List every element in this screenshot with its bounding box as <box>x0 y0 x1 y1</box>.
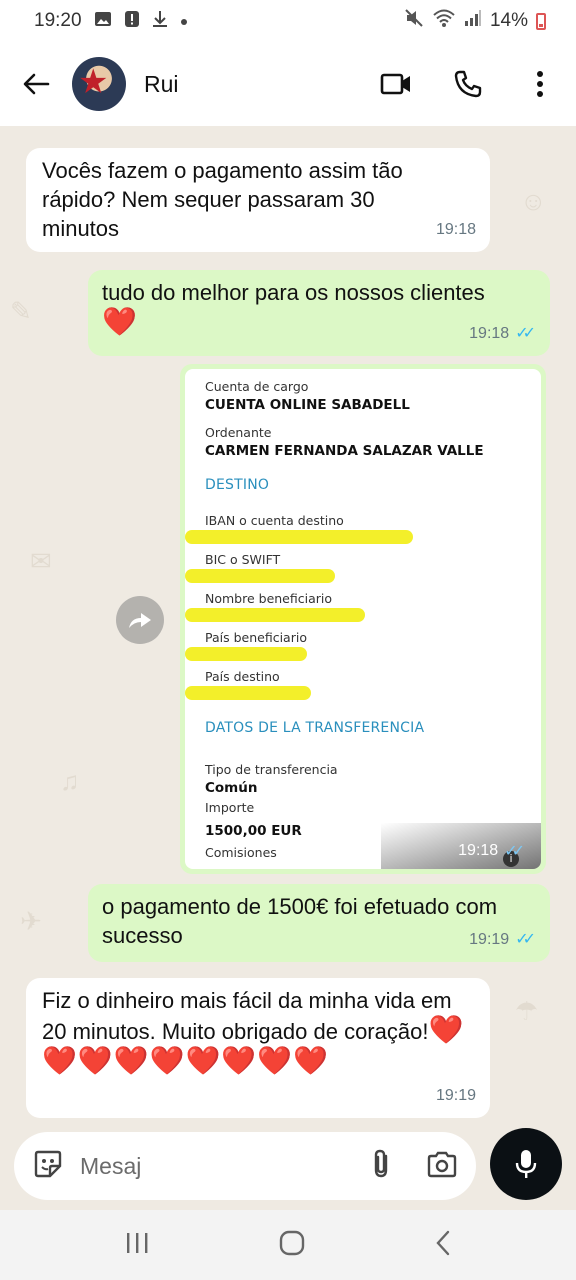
video-call-icon <box>380 73 410 95</box>
redaction-highlight <box>185 530 413 544</box>
back-button[interactable] <box>0 42 72 126</box>
signal-icon <box>464 9 482 33</box>
message-text: Fiz o dinheiro mais fácil da minha vida … <box>42 988 452 1044</box>
redaction-highlight <box>185 686 311 700</box>
more-options-button[interactable] <box>504 42 576 126</box>
video-call-button[interactable] <box>360 42 432 126</box>
message-time: 19:19 <box>469 931 510 948</box>
forward-button[interactable] <box>116 596 164 644</box>
alert-icon <box>124 10 140 33</box>
mute-icon <box>404 8 424 34</box>
message-text: tudo do melhor para os nossos clientes <box>102 280 485 305</box>
wifi-icon <box>432 8 456 34</box>
cuenta-cargo-value: CUENTA ONLINE SABADELL <box>205 397 410 413</box>
transfer-receipt-image[interactable]: Cuenta de cargo CUENTA ONLINE SABADELL O… <box>185 369 541 869</box>
battery-percent: 14% <box>489 10 528 31</box>
home-icon <box>279 1230 305 1255</box>
read-ticks-icon: ✓✓ <box>515 931 536 948</box>
back-chevron-icon <box>436 1230 449 1255</box>
status-bar: 19:20 14% <box>0 0 576 42</box>
tipo-value: Común <box>205 780 258 796</box>
download-icon <box>152 10 168 33</box>
attach-icon[interactable] <box>370 1148 392 1185</box>
camera-icon[interactable] <box>426 1150 458 1183</box>
read-ticks-icon: ✓✓ <box>515 325 536 342</box>
wallpaper-doodle: ✎ <box>10 296 32 326</box>
wallpaper-doodle: ♫ <box>60 766 80 796</box>
read-ticks-icon: ✓✓ <box>504 843 525 860</box>
recent-apps-icon <box>127 1232 148 1253</box>
message-incoming[interactable]: Vocês fazem o pagamento assim tão rápido… <box>26 148 490 252</box>
datos-heading: DATOS DE LA TRANSFERENCIA <box>205 720 425 736</box>
avatar[interactable] <box>72 57 126 111</box>
message-time: 19:19 <box>435 1087 476 1104</box>
bic-label: BIC o SWIFT <box>205 552 281 567</box>
image-icon <box>94 10 112 33</box>
system-nav-bar <box>0 1210 576 1280</box>
message-time: 19:18 <box>458 842 499 859</box>
wallpaper-doodle: ✉ <box>30 546 52 576</box>
wallpaper-doodle: ☂ <box>515 996 539 1026</box>
chat-area[interactable]: ✎ ☺ ✉ ♫ ☂ ✈ Vocês fazem o pagamento assi… <box>0 126 576 1126</box>
message-time: 19:18 <box>435 221 476 238</box>
more-vert-icon <box>537 71 543 97</box>
pais-beneficiario-label: País beneficiario <box>205 630 307 645</box>
message-input[interactable] <box>80 1152 320 1180</box>
redaction-highlight <box>185 569 335 583</box>
mic-icon <box>515 1150 537 1178</box>
redaction-highlight <box>185 608 365 622</box>
sticker-icon[interactable] <box>32 1148 64 1185</box>
destino-heading: DESTINO <box>205 477 270 493</box>
message-outgoing[interactable]: tudo do melhor para os nossos clientes ❤… <box>88 270 550 356</box>
back-arrow-icon <box>23 73 50 95</box>
mic-button[interactable] <box>490 1128 562 1200</box>
message-text: o pagamento de 1500€ foi efetuado com su… <box>102 894 498 948</box>
message-outgoing[interactable]: o pagamento de 1500€ foi efetuado com su… <box>88 884 550 962</box>
wallpaper-doodle: ☺ <box>520 186 547 216</box>
ordenante-label: Ordenante <box>205 425 272 440</box>
forward-icon <box>129 613 151 628</box>
pais-destino-label: País destino <box>205 669 280 684</box>
phone-icon <box>454 70 482 98</box>
message-incoming[interactable]: Fiz o dinheiro mais fácil da minha vida … <box>26 978 490 1118</box>
contact-name[interactable]: Rui <box>144 71 179 98</box>
message-composer <box>14 1132 476 1200</box>
status-time: 19:20 <box>34 10 82 31</box>
wallpaper-doodle: ✈ <box>20 906 42 936</box>
image-message[interactable]: Cuenta de cargo CUENTA ONLINE SABADELL O… <box>180 364 546 874</box>
voice-call-button[interactable] <box>432 42 504 126</box>
battery-icon <box>536 12 546 30</box>
tipo-label: Tipo de transferencia <box>205 762 338 777</box>
chat-header: Rui <box>0 42 576 126</box>
cuenta-cargo-label: Cuenta de cargo <box>205 379 309 394</box>
importe-label: Importe <box>205 800 255 815</box>
message-time: 19:18 <box>469 325 510 342</box>
redaction-highlight <box>185 647 307 661</box>
home-button[interactable] <box>279 1230 305 1261</box>
dot-icon <box>180 11 188 31</box>
message-text: Vocês fazem o pagamento assim tão rápido… <box>42 158 403 241</box>
recent-apps-button[interactable] <box>124 1231 150 1260</box>
ordenante-value: CARMEN FERNANDA SALAZAR VALLE <box>205 443 484 459</box>
back-nav-button[interactable] <box>434 1230 452 1261</box>
iban-label: IBAN o cuenta destino <box>205 513 344 528</box>
beneficiario-label: Nombre beneficiario <box>205 591 333 606</box>
